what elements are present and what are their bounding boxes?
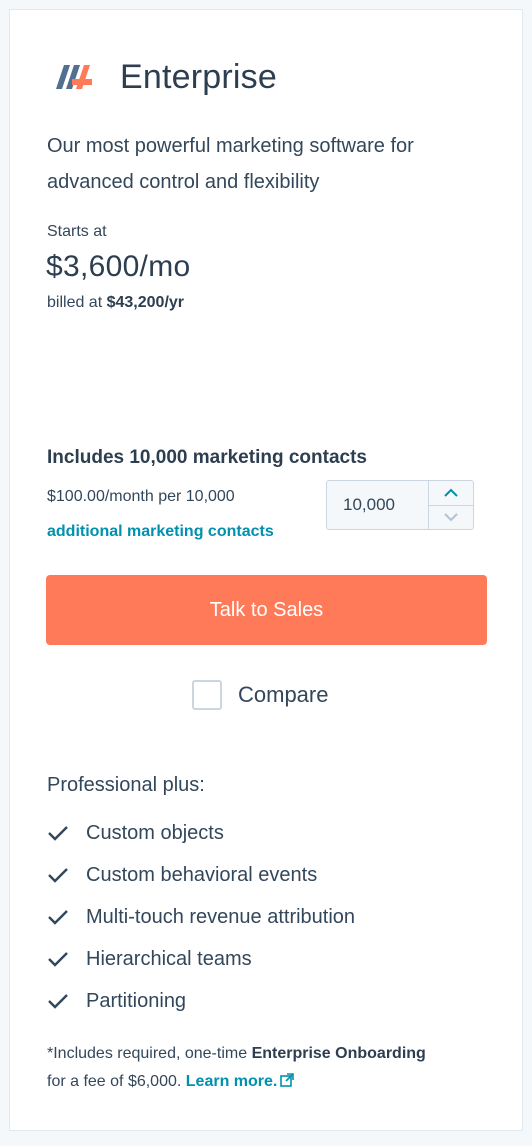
billed-prefix: billed at [47,294,103,311]
feature-label: Custom objects [86,821,224,844]
stepper-decrement-button[interactable] [429,506,473,530]
compare-toggle[interactable]: Compare [192,680,328,710]
pricing-card: Enterprise Our most powerful marketing s… [9,9,523,1131]
talk-to-sales-button[interactable]: Talk to Sales [46,575,487,645]
feature-item: Multi-touch revenue attribution [47,896,355,938]
checkmark-icon [48,994,68,1009]
feature-item: Partitioning [47,980,355,1022]
learn-more-link[interactable]: Learn more. [186,1073,295,1090]
feature-list: Custom objects Custom behavioral events … [47,812,355,1022]
plan-price: $3,600/mo [46,250,191,283]
checkmark-icon [48,868,68,883]
features-heading: Professional plus: [47,774,205,796]
chevron-down-icon [444,513,458,522]
starts-at-label: Starts at [47,223,107,240]
learn-more-label[interactable]: Learn more. [186,1073,278,1090]
plan-header: Enterprise [54,52,277,102]
compare-label[interactable]: Compare [238,682,328,708]
billed-amount: $43,200/yr [106,294,185,311]
checkmark-icon [48,910,68,925]
stepper-increment-button[interactable] [429,481,473,506]
feature-item: Custom behavioral events [47,854,355,896]
footnote-suffix: for a fee of $6,000. [47,1073,182,1090]
contacts-quantity-stepper[interactable]: 10,000 [326,480,474,530]
stepper-buttons [429,481,473,529]
chevron-up-icon [444,488,458,497]
footnote-prefix: *Includes required, one-time [47,1045,248,1062]
stepper-value[interactable]: 10,000 [327,481,429,529]
footnote-onboarding: Enterprise Onboarding [251,1045,426,1062]
plan-title: Enterprise [120,57,277,96]
checkmark-icon [48,826,68,841]
checkmark-icon [48,952,68,967]
plan-description: Our most powerful marketing software for… [47,135,414,193]
billed-annually: billed at $43,200/yr [47,294,184,312]
feature-label: Partitioning [86,989,187,1012]
onboarding-footnote: *Includes required, one-time Enterprise … [47,1040,497,1096]
feature-label: Hierarchical teams [86,947,252,970]
feature-label: Multi-touch revenue attribution [86,905,356,928]
feature-item: Custom objects [47,812,355,854]
contacts-included: Includes 10,000 marketing contacts [47,447,367,468]
external-link-icon [280,1073,295,1087]
compare-checkbox[interactable] [192,680,222,710]
feature-label: Custom behavioral events [86,863,318,886]
additional-contacts-link[interactable]: additional marketing contacts [47,523,274,541]
feature-item: Hierarchical teams [47,938,355,980]
hubspot-sprocket-logo-icon [56,65,92,89]
contacts-rate: $100.00/month per 10,000 [47,488,235,505]
